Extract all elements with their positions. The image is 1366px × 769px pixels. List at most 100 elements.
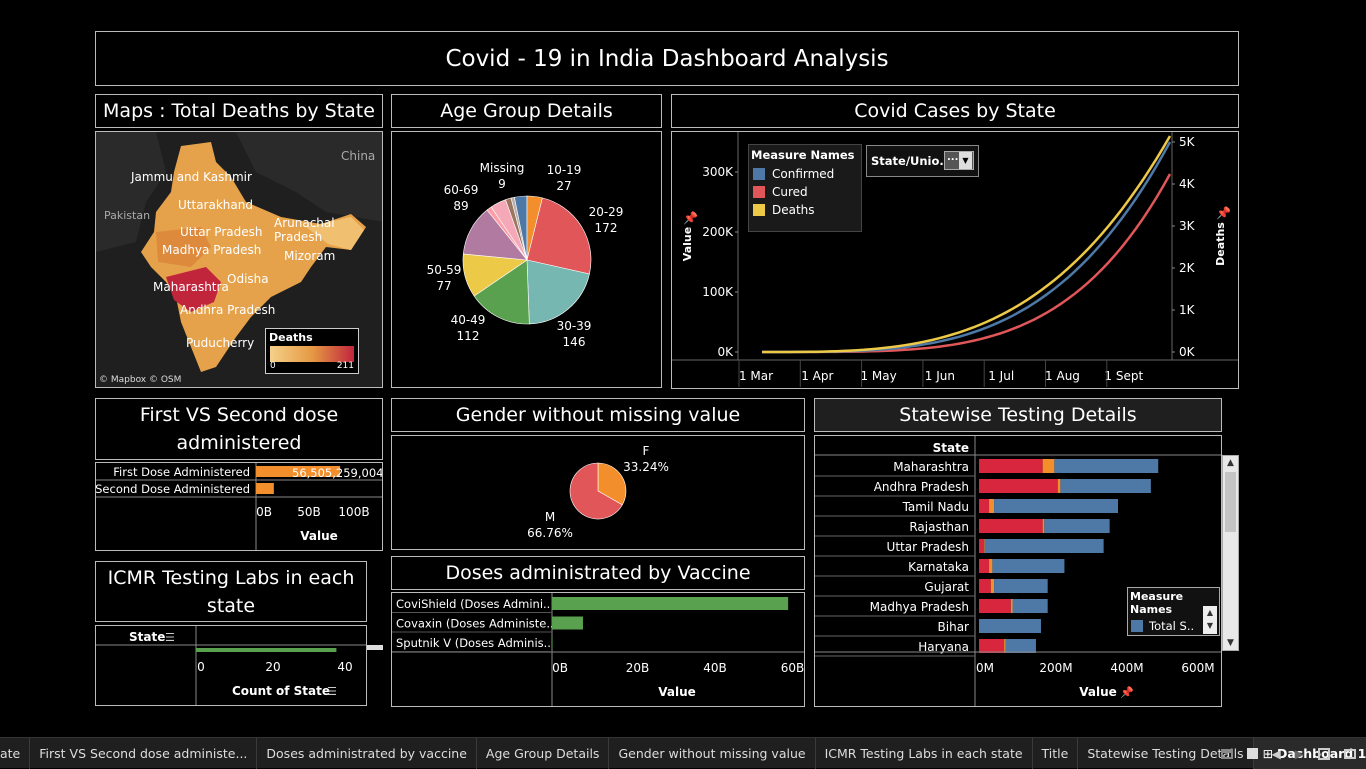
x-tick-label: 1 May bbox=[860, 369, 896, 383]
testing-bar-blue[interactable] bbox=[1060, 479, 1151, 493]
sheet-tab[interactable]: First VS Second dose administe... bbox=[30, 737, 258, 769]
state-filter-dropdown[interactable]: ... ▼ bbox=[944, 151, 974, 170]
testing-bar-orange[interactable] bbox=[1004, 639, 1006, 653]
cases-legend-items: Confirmed Cured Deaths bbox=[749, 165, 861, 219]
vaccine-bar[interactable] bbox=[552, 636, 553, 649]
state-filter[interactable]: State/Unio.. ... ▼ bbox=[866, 145, 979, 177]
prev-sheet-icon[interactable]: ◀ bbox=[1272, 747, 1281, 761]
age-pie-chart[interactable]: 10-19 27 20-29 172 30-39 146 40-49 112 50-59 77 60… bbox=[392, 132, 661, 387]
testing-bar-red[interactable] bbox=[979, 599, 1011, 613]
y2-tick-label: 0K bbox=[1179, 345, 1196, 359]
testing-bar-blue[interactable] bbox=[1005, 639, 1036, 653]
state-label: Madhya Pradesh bbox=[870, 600, 969, 614]
fullscreen-icon[interactable] bbox=[1318, 747, 1330, 760]
sheet-tab[interactable]: Doses administrated by vaccine bbox=[257, 737, 477, 769]
testing-bar-red[interactable] bbox=[979, 519, 1043, 533]
pie-label: 50-59 bbox=[427, 263, 462, 277]
testing-bar-blue[interactable] bbox=[994, 579, 1048, 593]
testing-bar-orange[interactable] bbox=[984, 539, 985, 553]
testing-bar-red[interactable] bbox=[979, 579, 991, 593]
gender-pie-chart[interactable]: F 33.24% M 66.76% bbox=[392, 436, 804, 549]
sheet-tab[interactable]: ICMR Testing Labs in each state bbox=[816, 737, 1033, 769]
state-filter-label: State/Unio.. bbox=[871, 154, 949, 168]
map-title: Maps : Total Deaths by State bbox=[95, 94, 383, 128]
age-title: Age Group Details bbox=[391, 94, 662, 128]
sheet-tab[interactable]: Gender without missing value bbox=[609, 737, 816, 769]
dose-bar-chart[interactable]: First Dose Administered 56,505,259,004 Sec… bbox=[95, 463, 383, 550]
testing-bar-red[interactable] bbox=[979, 639, 1005, 653]
bar-label: CoviShield (Doses Admini.. bbox=[396, 597, 550, 611]
legend-scroll[interactable]: ▲ ▼ bbox=[1203, 606, 1217, 634]
vaccine-bar[interactable] bbox=[552, 597, 789, 610]
testing-bar-blue[interactable] bbox=[984, 539, 1104, 553]
legend-item[interactable]: Cured bbox=[749, 183, 861, 201]
testing-bar-orange[interactable] bbox=[1057, 479, 1061, 493]
vaccine-title: Doses administrated by Vaccine bbox=[391, 556, 805, 590]
x-tick-label: 200M bbox=[1039, 661, 1072, 675]
map-panel[interactable]: China Pakistan Jammu and Kashmir Uttarak… bbox=[95, 131, 383, 388]
dose-bar[interactable] bbox=[256, 483, 274, 494]
testing-bar-blue[interactable] bbox=[1012, 599, 1048, 613]
testing-bar-blue[interactable] bbox=[994, 499, 1119, 513]
scroll-up-icon[interactable]: ▲ bbox=[1223, 456, 1238, 470]
y2-tick-label: 5K bbox=[1179, 135, 1196, 149]
legend-item[interactable]: Deaths bbox=[749, 201, 861, 219]
pin-icon: 📌 bbox=[1216, 205, 1231, 220]
testing-bar-blue[interactable] bbox=[979, 619, 1041, 633]
testing-bar-orange[interactable] bbox=[1010, 599, 1013, 613]
cases-panel: 0K 100K 200K 300K 0K 1K 2K 3K 4K 5K 1 Mar 1 Apr 1 Ma… bbox=[671, 131, 1239, 389]
testing-bar-orange[interactable] bbox=[1042, 459, 1055, 473]
chevron-down-icon: ▼ bbox=[959, 152, 972, 169]
sheet-tab[interactable]: Title bbox=[1033, 737, 1079, 769]
sheet-tab-label: Gender without missing value bbox=[618, 745, 806, 761]
scroll-down-icon[interactable]: ▼ bbox=[1223, 636, 1238, 650]
testing-bar-red[interactable] bbox=[979, 539, 985, 553]
legend-swatch bbox=[753, 186, 765, 198]
sort-icon: ☰ bbox=[327, 685, 337, 698]
legend-item[interactable]: Confirmed bbox=[749, 165, 861, 183]
sheet-tab-bar: ate First VS Second dose administe... Dose… bbox=[0, 737, 1366, 769]
testing-bar-orange[interactable] bbox=[1042, 519, 1045, 533]
legend-scroll-down-icon[interactable]: ▼ bbox=[1203, 619, 1217, 632]
testing-bar-red[interactable] bbox=[979, 499, 990, 513]
bar-label: Covaxin (Doses Administe.. bbox=[396, 617, 554, 631]
cases-legend-title: Measure Names bbox=[751, 148, 855, 162]
x-axis-label: Value bbox=[658, 685, 696, 699]
country-label-pakistan: Pakistan bbox=[104, 209, 151, 222]
sheet-tab-label: Title bbox=[1041, 745, 1069, 761]
grid-view-icon[interactable] bbox=[1220, 748, 1233, 759]
state-label: Puducherry bbox=[186, 336, 255, 350]
testing-bar-blue[interactable] bbox=[992, 559, 1065, 573]
testing-bar-red[interactable] bbox=[979, 559, 990, 573]
legend-scroll-up-icon[interactable]: ▲ bbox=[1203, 606, 1217, 619]
sheet-tab[interactable]: ate bbox=[0, 737, 31, 769]
presentation-icon[interactable] bbox=[1344, 748, 1356, 759]
single-view-icon[interactable] bbox=[1246, 748, 1258, 759]
scroll-thumb[interactable] bbox=[1225, 472, 1236, 532]
legend-label: Cured bbox=[772, 185, 808, 199]
testing-bar-orange[interactable] bbox=[990, 579, 995, 593]
testing-bar-red[interactable] bbox=[979, 479, 1058, 493]
testing-bar-red[interactable] bbox=[979, 459, 1043, 473]
y-tick-label: 0K bbox=[717, 345, 734, 359]
state-label: Arunachal Pradesh bbox=[274, 216, 335, 244]
icmr-bar-chart[interactable]: State ☰0 20 40Count of State☰ bbox=[96, 626, 366, 705]
testing-bar-blue[interactable] bbox=[1054, 459, 1159, 473]
legend-swatch bbox=[1131, 619, 1143, 632]
gender-title: Gender without missing value bbox=[391, 398, 805, 432]
vaccine-bar-chart[interactable]: CoviShield (Doses Admini.. Covaxin (Doses… bbox=[392, 593, 804, 706]
testing-bar-blue[interactable] bbox=[1044, 519, 1110, 533]
legend-swatch bbox=[753, 204, 765, 216]
icmr-bar[interactable] bbox=[196, 648, 337, 652]
x-tick-label: 1 Mar bbox=[739, 369, 773, 383]
pie-label: 10-19 bbox=[547, 163, 582, 177]
vaccine-bar[interactable] bbox=[552, 616, 583, 630]
testing-scrollbar[interactable]: ▲ ▼ bbox=[1222, 455, 1239, 651]
next-sheet-icon[interactable]: ▶ bbox=[1295, 747, 1304, 761]
sheet-tab[interactable]: Age Group Details bbox=[477, 737, 610, 769]
testing-bar-orange[interactable] bbox=[989, 499, 995, 513]
state-label: Uttarakhand bbox=[178, 198, 253, 212]
testing-bar-chart[interactable]: State Maharashtra Andhra Pradesh Tamil Nadu… bbox=[815, 436, 1221, 706]
testing-bar-orange[interactable] bbox=[989, 559, 993, 573]
icmr-scrollbar[interactable] bbox=[367, 645, 383, 650]
